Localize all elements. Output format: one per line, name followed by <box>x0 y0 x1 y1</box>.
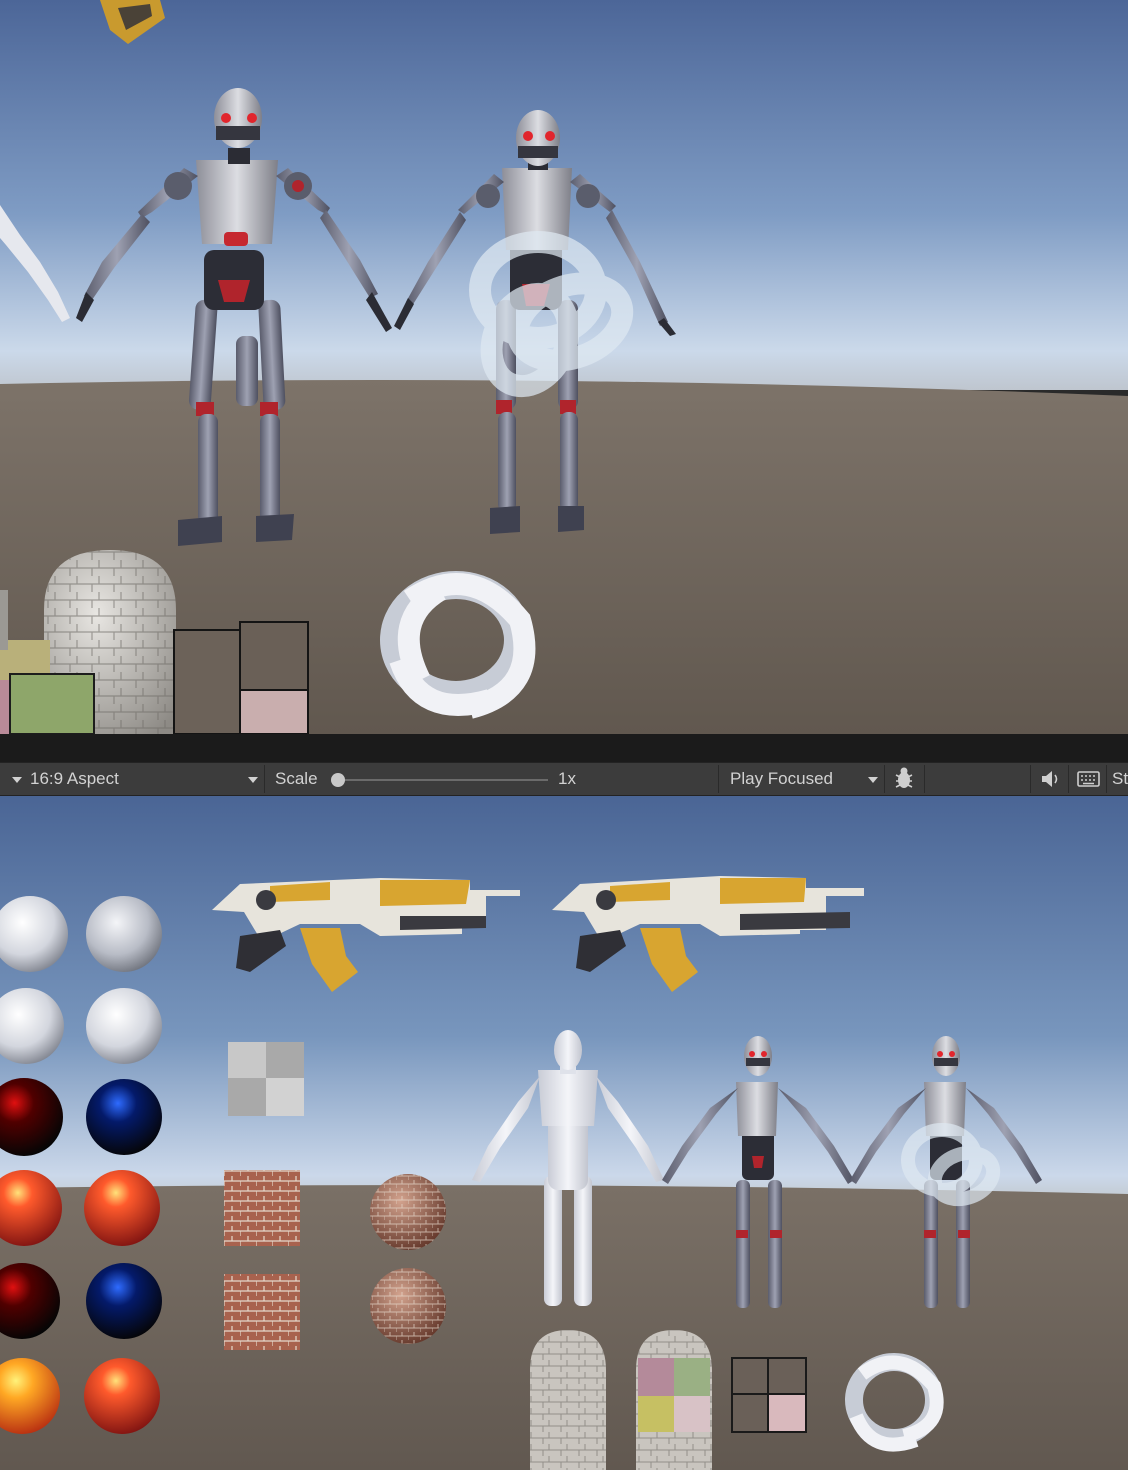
toolbar-divider <box>718 765 719 793</box>
grid-quad <box>731 1357 807 1433</box>
display-dropdown-arrow-icon[interactable] <box>12 763 22 795</box>
game-view-toolbar: 16:9 Aspect Scale 1x Play Focused St <box>0 762 1128 796</box>
toolbar-divider <box>1106 765 1107 793</box>
toolbar-divider <box>1030 765 1031 793</box>
toolbar-divider <box>924 765 925 793</box>
brick-sphere-2 <box>370 1268 446 1344</box>
keyboard-icon[interactable] <box>1076 763 1102 795</box>
scale-value: 1x <box>558 769 576 788</box>
toolbar-divider <box>1068 765 1069 793</box>
textured-capsule <box>636 1330 712 1470</box>
stone-capsule-bottom <box>530 1330 606 1470</box>
bug-icon[interactable] <box>892 763 916 795</box>
aspect-label: 16:9 Aspect <box>30 769 119 788</box>
speaker-icon[interactable] <box>1040 763 1062 795</box>
play-mode-dropdown[interactable]: Play Focused <box>730 763 882 795</box>
checker-quad <box>228 1042 304 1116</box>
scale-label: Scale <box>275 769 318 788</box>
stats-button[interactable]: St <box>1112 763 1128 795</box>
grid-cube <box>173 621 309 734</box>
scene-view[interactable] <box>0 0 1128 734</box>
brick-quad-2 <box>224 1274 300 1350</box>
brick-quad-1 <box>224 1170 300 1246</box>
aspect-dropdown[interactable]: 16:9 Aspect <box>30 763 262 795</box>
scale-slider-track[interactable] <box>338 779 548 781</box>
game-view[interactable] <box>0 796 1128 1470</box>
view-separator <box>0 734 1128 762</box>
brick-sphere-1 <box>370 1174 446 1250</box>
play-mode-label: Play Focused <box>730 769 833 788</box>
aspect-dropdown-arrow-icon <box>248 777 258 783</box>
scene-viewport <box>0 0 1128 734</box>
scale-slider-handle[interactable] <box>331 773 345 787</box>
play-mode-dropdown-arrow-icon <box>868 777 878 783</box>
game-viewport <box>0 796 1128 1470</box>
toolbar-divider <box>264 765 265 793</box>
toolbar-divider <box>884 765 885 793</box>
